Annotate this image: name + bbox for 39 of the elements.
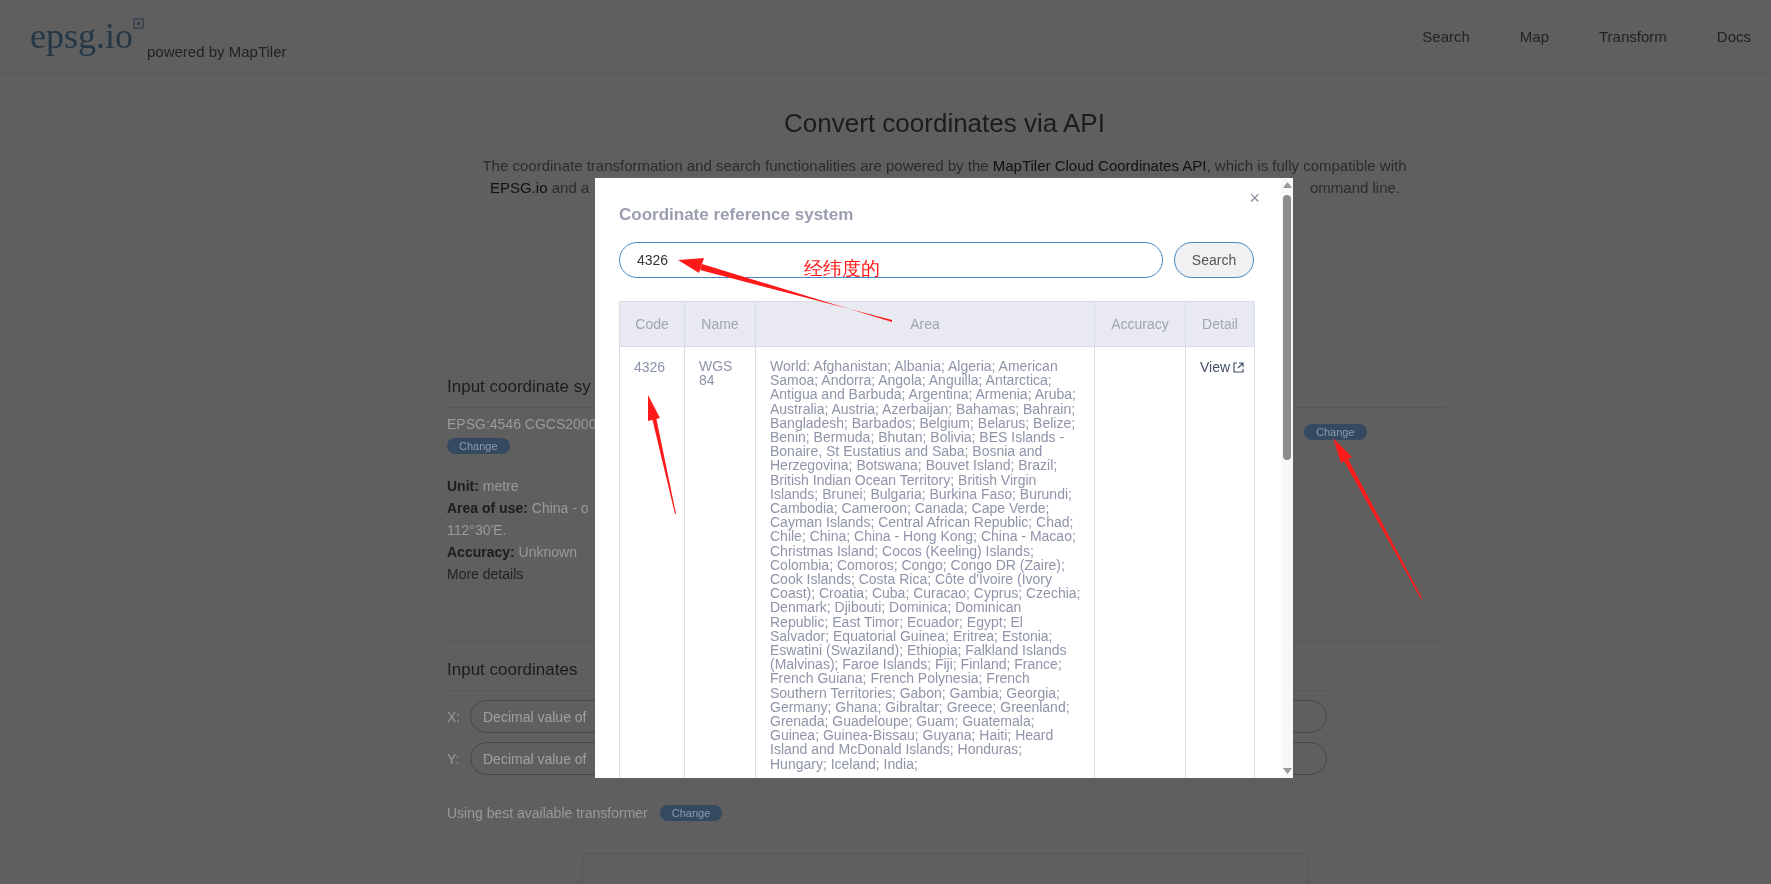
external-link-icon xyxy=(1233,361,1245,373)
column-header: Name xyxy=(684,301,756,347)
view-link[interactable]: View xyxy=(1200,359,1245,375)
crosshair-icon xyxy=(133,18,144,29)
nav-link[interactable]: Search xyxy=(1422,28,1470,45)
crs-name: EPSG:4546 CGCS2000 xyxy=(447,416,597,432)
more-details-link[interactable]: More details xyxy=(447,563,524,585)
detail-text: 112°30'E. xyxy=(447,521,507,540)
search-button[interactable]: Search xyxy=(1174,242,1254,278)
dialog-title: Coordinate reference system xyxy=(619,205,855,225)
change-button[interactable]: Change xyxy=(659,805,723,821)
axis-label: X: xyxy=(447,708,462,725)
scroll-down-icon[interactable] xyxy=(1282,768,1292,774)
code-link[interactable]: 4326 xyxy=(634,359,666,375)
column-header: Detail xyxy=(1185,301,1255,347)
nav-link[interactable]: Docs xyxy=(1716,28,1751,45)
axis-label: Y: xyxy=(447,750,461,767)
crs-name: WGS 84 xyxy=(699,359,734,387)
change-button[interactable]: Change xyxy=(1304,424,1367,440)
scroll-up-icon[interactable] xyxy=(1282,182,1292,188)
annotation-text: 经纬度的 xyxy=(804,257,880,281)
tagline: powered by MapTiler xyxy=(147,43,287,60)
section-heading: Input coordinates xyxy=(447,660,578,680)
transformer-text: Using best available transformer xyxy=(447,805,648,821)
close-button[interactable]: × xyxy=(1246,188,1263,208)
column-header: Code xyxy=(619,301,685,347)
page-title: Convert coordinates via API xyxy=(783,108,1106,139)
change-button[interactable]: Change xyxy=(447,438,510,454)
detail-text: Unit: metre xyxy=(447,477,519,496)
section-heading: Input coordinate sy xyxy=(447,377,591,397)
detail-text: Area of use: China - o xyxy=(447,499,589,518)
scrollbar[interactable] xyxy=(1281,178,1293,778)
nav-link[interactable]: Transform xyxy=(1599,28,1667,45)
logo[interactable]: epsg.io xyxy=(30,16,133,56)
area-text: World: Afghanistan; Albania; Algeria; American Samoa; Andorra; Angola; Anguilla; Antarctica; Antigua and Barbuda; Argentina; Armenia; Aruba; Australia; Austria; Azerbaijan; Bahamas; Bahrain; Bangladesh; Barbados; Belgium; Belarus; Belize; Benin; Bermuda; Bhutan; Bolivia; BES Islands - Bonaire, St Eustatius and Saba; Bosnia and Herzegovina; Botswana; Bouvet Island; Brazil; British Indian Ocean Territory; British Virgin Islands; Brunei; Bulgaria; Burkina Faso; Burundi; Cambodia; Cameroon; Canada; Cape Verde; Cayman Islands; Central African Republic; Chad; Chile; China; China - Hong Kong; China - Macao; Christmas Island; Cocos (Keeling) Islands; Colombia; Comoros; Congo; Congo DR (Zaire); Cook Islands; Costa Rica; Côte d'Ivoire (Ivory Coast); Croatia; Cuba; Curacao; Cyprus; Czechia; Denmark; Djibouti; Dominica; Dominican Republic; East Timor; Ecuador; Egypt; El Salvador; Equatorial Guinea; Eritrea; Estonia; Eswatini (Swaziland); Ethiopia; Falkland Islands (Malvinas); Faroe Islands; Fiji; Finland; France; French Guiana; French Polynesia; French Southern Territories; Gabon; Gambia; Georgia; Germany; Ghana; Gibraltar; Greece; Greenland; Grenada; Guadeloupe; Guam; Guatemala; Guinea; Guinea-Bissau; Guyana; Haiti; Heard Island and McDonald Islands; Honduras; Hungary; Iceland; India; xyxy=(770,359,1082,771)
column-header: Area xyxy=(755,301,1095,347)
nav-link[interactable]: Map xyxy=(1519,28,1549,45)
detail-text: Accuracy: Unknown xyxy=(447,543,577,562)
column-header: Accuracy xyxy=(1094,301,1186,347)
